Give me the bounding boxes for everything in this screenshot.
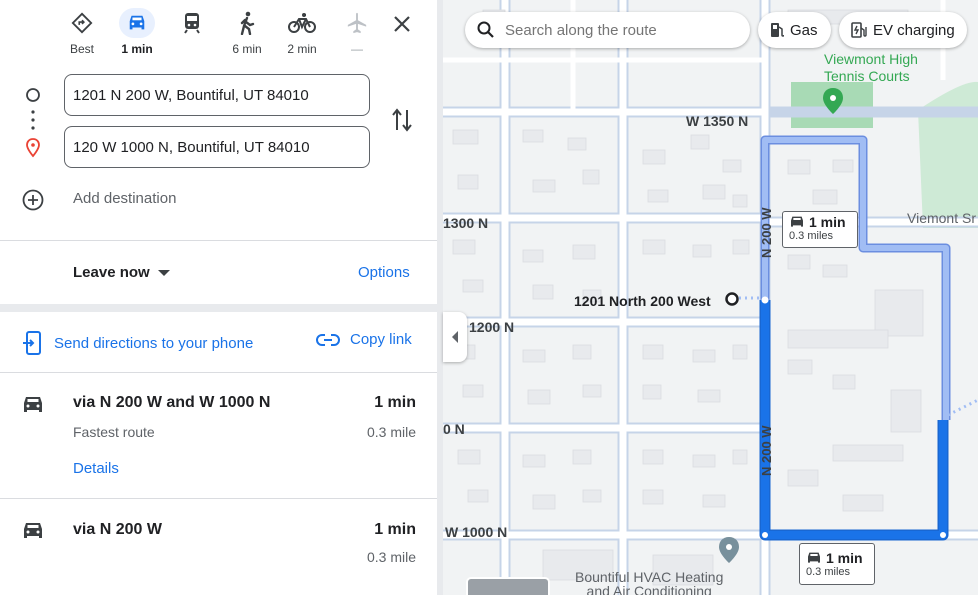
ev-charging-icon <box>851 22 867 38</box>
main-route-distance: 0.3 miles <box>806 566 851 578</box>
ev-charging-chip[interactable]: EV charging <box>839 12 967 48</box>
route-node <box>940 532 946 538</box>
ev-charging-chip-label: EV charging <box>873 21 955 39</box>
gas-chip-label: Gas <box>790 21 818 39</box>
plane-icon <box>339 8 375 38</box>
map-canvas[interactable]: W 1350 N 1300 N 1200 N 0 N W 1000 N Viem… <box>443 0 978 595</box>
swap-waypoints-button[interactable] <box>390 106 414 139</box>
hvac-label: Bountiful HVAC Heating and Air Condition… <box>575 569 724 595</box>
caret-down-icon <box>157 269 170 276</box>
copy-link-label: Copy link <box>350 331 412 348</box>
route-node <box>761 296 769 304</box>
leave-now-label: Leave now <box>73 264 150 281</box>
street-label-n200w-bottom: N 200 W <box>759 425 774 476</box>
destination-pin-icon <box>26 138 40 158</box>
section-divider <box>0 304 437 312</box>
copy-link-button[interactable]: Copy link <box>316 331 412 348</box>
gas-pump-icon <box>771 23 784 37</box>
waypoint-markers <box>26 88 40 158</box>
route-time: 1 min <box>374 521 416 538</box>
caret-left-icon <box>452 331 458 343</box>
phone-send-icon <box>23 331 41 355</box>
start-address-label: 1201 North 200 West <box>574 293 711 309</box>
main-route-tooltip[interactable]: 1 min 0.3 miles <box>799 543 875 585</box>
mode-best[interactable]: Best <box>55 4 109 60</box>
route-details-link[interactable]: Details <box>73 460 119 477</box>
mode-driving[interactable]: 1 min <box>110 4 164 60</box>
street-label-n200w-top: N 200 W <box>759 207 774 258</box>
street-label-0n: 0 N <box>443 421 465 437</box>
alt-route-tooltip[interactable]: 1 min 0.3 miles <box>782 211 858 248</box>
origin-circle-icon <box>26 88 40 102</box>
route-time: 1 min <box>374 394 416 411</box>
car-icon <box>24 397 42 412</box>
route-node <box>762 532 768 538</box>
route-name: via N 200 W <box>73 521 162 538</box>
route-name: via N 200 W and W 1000 N <box>73 394 271 411</box>
origin-input[interactable] <box>64 74 370 116</box>
car-icon <box>119 8 155 38</box>
street-label-viemont: Viemont Sr <box>907 210 976 226</box>
mode-best-label: Best <box>69 42 94 56</box>
directions-panel: Best 1 min 6 min 2 min — 1201 N 200 W, B… <box>0 0 437 595</box>
street-label-1200n: 1200 N <box>469 319 515 335</box>
alt-route-distance: 0.3 miles <box>789 230 834 242</box>
start-marker-icon[interactable] <box>725 292 739 306</box>
send-to-phone-label: Send directions to your phone <box>54 334 254 352</box>
alt-route-time: 1 min <box>809 214 846 230</box>
mode-flights[interactable]: — <box>330 4 384 60</box>
plus-circle-icon <box>22 189 44 211</box>
leave-now-dropdown[interactable]: Leave now <box>73 264 170 281</box>
collapse-panel-button[interactable] <box>443 312 467 362</box>
layer-thumbnail[interactable] <box>466 577 550 595</box>
divider <box>0 240 437 241</box>
destination-input[interactable] <box>64 126 370 168</box>
mode-transit[interactable] <box>165 4 219 60</box>
tennis-courts-label: Viewmont High Tennis Courts <box>824 51 918 84</box>
link-icon <box>316 333 340 346</box>
mode-cycling[interactable]: 2 min <box>275 4 329 60</box>
street-label-w1350: W 1350 N <box>686 113 749 129</box>
mode-walking-label: 6 min <box>232 42 262 56</box>
route-subtitle: Fastest route <box>73 424 155 440</box>
bike-icon <box>284 8 320 38</box>
mode-driving-label: 1 min <box>121 42 153 56</box>
send-to-phone-link[interactable]: Send directions to your phone <box>22 331 253 355</box>
car-icon <box>24 523 42 538</box>
main-route-time: 1 min <box>826 550 863 566</box>
route-option-1[interactable]: via N 200 W and W 1000 N 1 min Fastest r… <box>0 373 437 498</box>
route-distance: 0.3 mile <box>366 424 416 440</box>
close-directions-button[interactable] <box>388 10 416 38</box>
street-label-1300n: 1300 N <box>443 215 489 231</box>
swap-arrows-icon <box>392 108 412 132</box>
diamond-route-icon <box>64 8 100 38</box>
close-icon <box>394 16 410 32</box>
add-destination-label[interactable]: Add destination <box>73 190 176 207</box>
gas-chip[interactable]: Gas <box>758 12 831 48</box>
mode-walking[interactable]: 6 min <box>220 4 274 60</box>
search-along-route[interactable] <box>465 12 750 48</box>
search-icon <box>477 21 494 38</box>
add-destination-button[interactable] <box>22 189 44 216</box>
car-icon <box>791 216 803 227</box>
route-distance: 0.3 mile <box>366 549 416 565</box>
search-along-route-input[interactable] <box>503 20 737 40</box>
mode-cycling-label: 2 min <box>287 42 317 56</box>
route-option-2[interactable]: via N 200 W 1 min 0.3 mile <box>0 499 437 595</box>
walk-icon <box>229 8 265 38</box>
car-icon <box>808 552 820 563</box>
street-label-w1000: W 1000 N <box>445 524 508 540</box>
train-icon <box>174 8 210 38</box>
mode-flights-label: — <box>351 42 363 56</box>
options-link[interactable]: Options <box>358 264 410 281</box>
